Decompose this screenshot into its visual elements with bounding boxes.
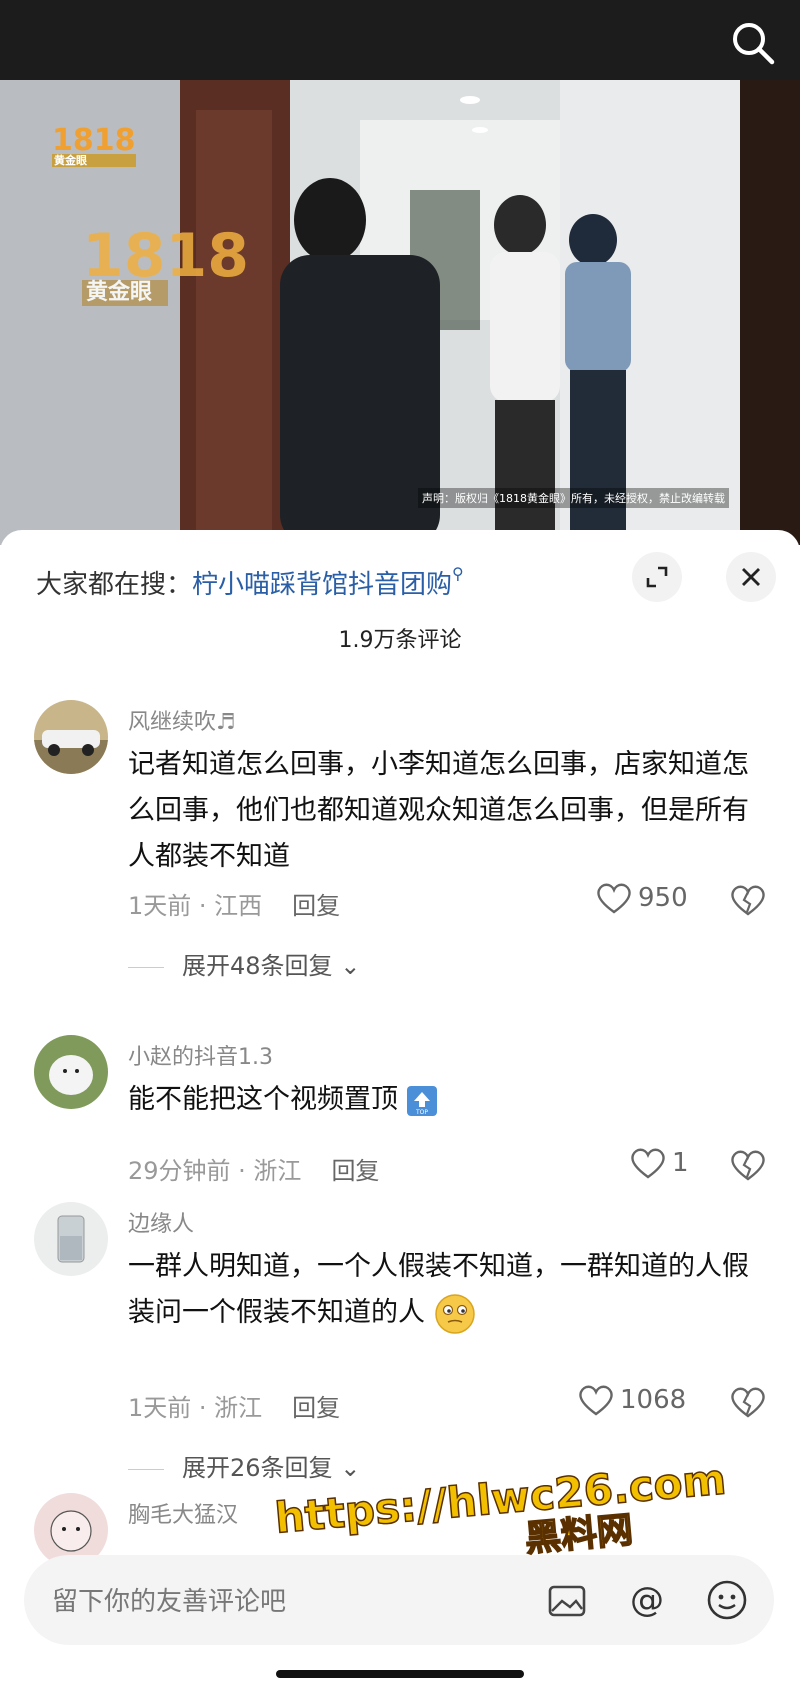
like-count: 1068	[620, 1385, 687, 1415]
expand-button[interactable]	[632, 552, 682, 602]
comment-time-location: 1天前 · 浙江	[128, 1394, 263, 1422]
expand-replies[interactable]: 展开48条回复 ⌄	[128, 946, 360, 981]
expand-replies-label: 展开26条回复	[182, 1454, 333, 1482]
comment-username[interactable]: 小赵的抖音1.3	[128, 1039, 273, 1071]
comment-time-location: 29分钟前 · 浙江	[128, 1157, 302, 1185]
comment-count: 1.9万条评论	[338, 628, 462, 653]
dislike-button[interactable]	[730, 884, 766, 918]
comment-username[interactable]: 边缘人	[128, 1206, 194, 1238]
top-icon: TOP	[406, 1085, 437, 1116]
home-indicator[interactable]	[276, 1670, 524, 1678]
chevron-down-icon: ⌄	[340, 1454, 361, 1482]
divider	[128, 1468, 164, 1470]
comment-meta: 1天前 · 江西 回复	[128, 886, 340, 921]
comment-username[interactable]: 风继续吹♬	[128, 704, 236, 736]
heart-icon	[579, 1385, 613, 1416]
broken-heart-icon	[731, 1150, 765, 1181]
broken-heart-icon	[731, 1387, 765, 1418]
search-button[interactable]	[728, 18, 778, 68]
like-count: 950	[638, 883, 688, 913]
like-button[interactable]: 1068	[578, 1384, 686, 1416]
search-icon	[733, 23, 775, 65]
avatar[interactable]	[34, 1202, 108, 1276]
reply-button[interactable]: 回复	[292, 892, 340, 920]
close-icon	[742, 568, 760, 586]
mention-button[interactable]: @	[624, 1577, 670, 1623]
expand-replies-label: 展开48条回复	[182, 952, 333, 980]
like-button[interactable]: 950	[596, 882, 688, 914]
smile-icon	[707, 1580, 747, 1620]
search-small-icon: ⚲	[452, 564, 464, 583]
video-player[interactable]: 1818 黄金眼 1818 黄金眼 声明：版权归《1818黄金眼》所有，未经授权…	[0, 0, 800, 545]
comment-text: 能不能把这个视频置顶 TOP	[128, 1077, 768, 1123]
reply-button[interactable]: 回复	[292, 1394, 340, 1422]
emoji-button[interactable]	[704, 1577, 750, 1623]
emoji-icon	[434, 1293, 475, 1334]
comment-text-body: 能不能把这个视频置顶	[128, 1084, 398, 1115]
chevron-down-icon: ⌄	[340, 952, 361, 980]
trending-prefix: 大家都在搜：	[36, 570, 193, 600]
comment-time-location: 1天前 · 江西	[128, 892, 263, 920]
trending-search[interactable]: 大家都在搜：柠小喵踩背馆抖音团购⚲	[36, 564, 464, 601]
close-button[interactable]	[726, 552, 776, 602]
dislike-button[interactable]	[730, 1149, 766, 1183]
avatar[interactable]	[34, 700, 108, 774]
image-icon	[548, 1585, 586, 1617]
trending-query-link[interactable]: 柠小喵踩背馆抖音团购	[192, 570, 452, 600]
channel-logo-large: 1818 黄金眼	[82, 221, 249, 306]
comment-input[interactable]: 留下你的友善评论吧	[52, 1581, 286, 1618]
like-count: 1	[672, 1148, 689, 1178]
heart-icon	[631, 1148, 665, 1179]
comment-username[interactable]: 胸毛大猛汉	[128, 1497, 238, 1529]
avatar[interactable]	[34, 1035, 108, 1109]
image-button[interactable]	[544, 1577, 590, 1623]
dislike-button[interactable]	[730, 1386, 766, 1420]
comment-text: 记者知道怎么回事，小李知道怎么回事，店家知道怎么回事，他们也都知道观众知道怎么回…	[128, 749, 749, 872]
copyright-disclaimer: 声明：版权归《1818黄金眼》所有，未经授权，禁止改编转载	[418, 488, 729, 508]
channel-logo-small: 1818 黄金眼	[52, 123, 136, 167]
expand-replies[interactable]: 展开26条回复 ⌄	[128, 1448, 360, 1483]
like-button[interactable]: 1	[630, 1147, 689, 1179]
comment-meta: 1天前 · 浙江 回复	[128, 1388, 340, 1423]
divider	[128, 966, 164, 968]
heart-icon	[597, 883, 631, 914]
svg-text:TOP: TOP	[415, 1109, 428, 1116]
comment-text: 一群人明知道，一个人假装不知道，一群知道的人假装问一个假装不知道的人	[128, 1244, 768, 1336]
reply-button[interactable]: 回复	[331, 1157, 379, 1185]
svg-text:@: @	[630, 1580, 664, 1620]
at-icon: @	[630, 1580, 664, 1620]
expand-icon	[646, 566, 668, 588]
comment-meta: 29分钟前 · 浙江 回复	[128, 1151, 379, 1186]
broken-heart-icon	[731, 885, 765, 916]
